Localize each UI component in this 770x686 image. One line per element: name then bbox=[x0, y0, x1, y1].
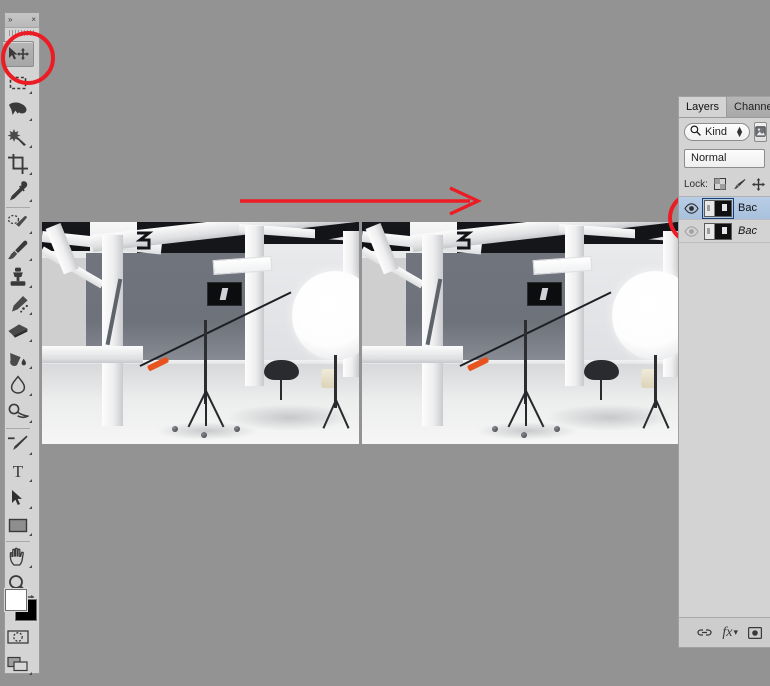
spot-healing-brush-tool[interactable] bbox=[2, 210, 34, 236]
tools-panel-grip[interactable] bbox=[9, 30, 35, 36]
quick-selection-tool[interactable] bbox=[2, 124, 34, 150]
photoshop-window: » × T Layers Chann Kind ▲ ▼ Normal Lock:… bbox=[0, 0, 770, 686]
tool-flyout-indicator bbox=[29, 258, 32, 261]
tab-channels-label: Channels bbox=[734, 101, 770, 113]
blend-mode-row: Normal bbox=[679, 145, 770, 171]
tool-flyout-indicator bbox=[29, 565, 32, 568]
crop-tool[interactable] bbox=[2, 151, 34, 177]
layer-name: Bac bbox=[738, 202, 757, 214]
tab-channels[interactable]: Channels bbox=[727, 97, 770, 117]
layer-thumbnail[interactable] bbox=[704, 222, 732, 240]
tool-flyout-indicator bbox=[29, 91, 32, 94]
blur-tool[interactable] bbox=[2, 372, 34, 398]
tool-flyout-indicator bbox=[29, 366, 32, 369]
pixel-layer-filter-icon[interactable] bbox=[754, 121, 767, 142]
tool-flyout-indicator bbox=[29, 172, 32, 175]
layer-thumbnail[interactable] bbox=[702, 197, 734, 219]
lock-row: Lock: bbox=[679, 173, 770, 195]
tool-flyout-indicator bbox=[29, 533, 32, 536]
move-tool[interactable] bbox=[2, 41, 34, 67]
fx-label: fx bbox=[722, 624, 733, 640]
tool-flyout-indicator bbox=[29, 452, 32, 455]
tool-flyout-indicator bbox=[29, 672, 32, 675]
blend-mode-value: Normal bbox=[691, 152, 727, 164]
layer-filter-kind-label: Kind bbox=[705, 125, 728, 138]
search-icon bbox=[690, 123, 701, 141]
layers-panel: Layers Channels Kind ▲▼ bbox=[678, 96, 770, 648]
dodge-tool[interactable] bbox=[2, 399, 34, 425]
tool-flyout-indicator bbox=[29, 285, 32, 288]
add-layer-mask-icon[interactable] bbox=[748, 626, 762, 639]
close-panel-button[interactable]: × bbox=[31, 16, 36, 24]
studio-scene bbox=[42, 222, 359, 444]
color-swatches bbox=[5, 589, 37, 621]
gradient-tool[interactable] bbox=[2, 345, 34, 371]
lasso-tool[interactable] bbox=[2, 97, 34, 123]
tools-panel-header: » × bbox=[4, 12, 40, 28]
layer-row[interactable]: Bac bbox=[679, 220, 770, 243]
tool-flyout-indicator bbox=[29, 231, 32, 234]
studio-scene bbox=[362, 222, 679, 444]
rectangular-marquee-tool[interactable] bbox=[2, 70, 34, 96]
tool-flyout-indicator bbox=[29, 420, 32, 423]
tool-flyout-indicator bbox=[29, 339, 32, 342]
tab-layers-label: Layers bbox=[686, 101, 720, 113]
collapse-panel-button[interactable]: » bbox=[8, 16, 12, 24]
red-arrow-annotation bbox=[240, 186, 482, 216]
type-tool[interactable]: T bbox=[2, 458, 34, 484]
chevron-updown-icon[interactable]: ▲ ▼ bbox=[735, 125, 744, 138]
tool-flyout-indicator bbox=[29, 118, 32, 121]
pen-tool[interactable] bbox=[2, 431, 34, 457]
tool-divider bbox=[6, 428, 30, 429]
panel-tab-bar: Layers Channels bbox=[679, 97, 770, 118]
foreground-color-swatch[interactable] bbox=[5, 589, 27, 611]
lock-transparent-pixels-icon[interactable] bbox=[714, 178, 727, 191]
lock-image-pixels-icon[interactable] bbox=[733, 178, 746, 191]
canvas-image-after[interactable] bbox=[362, 222, 679, 444]
tool-flyout-indicator bbox=[29, 393, 32, 396]
quick-mask-mode-button[interactable] bbox=[2, 624, 34, 650]
layer-name: Bac bbox=[738, 225, 757, 237]
layer-row[interactable]: Bac bbox=[679, 197, 770, 220]
rectangle-shape-tool[interactable] bbox=[2, 512, 34, 538]
history-brush-tool[interactable] bbox=[2, 291, 34, 317]
layer-filter-kind-select[interactable]: Kind ▲ ▼ bbox=[684, 122, 750, 141]
link-layers-icon[interactable] bbox=[697, 627, 713, 638]
blend-mode-select[interactable]: Normal bbox=[684, 148, 765, 168]
tool-flyout-indicator bbox=[29, 145, 32, 148]
canvas-image-before[interactable] bbox=[42, 222, 359, 444]
tab-layers[interactable]: Layers bbox=[679, 97, 728, 117]
layer-list: Bac Bac bbox=[679, 196, 770, 617]
tool-flyout-indicator bbox=[29, 479, 32, 482]
tool-divider bbox=[6, 541, 30, 542]
tool-flyout-indicator bbox=[29, 506, 32, 509]
eraser-tool[interactable] bbox=[2, 318, 34, 344]
tool-flyout-indicator bbox=[29, 199, 32, 202]
brush-tool[interactable] bbox=[2, 237, 34, 263]
lock-label: Lock: bbox=[684, 178, 708, 190]
layer-style-fx-icon[interactable]: fx ▾ bbox=[722, 625, 738, 641]
path-selection-tool[interactable] bbox=[2, 485, 34, 511]
tool-divider bbox=[6, 207, 30, 208]
layer-visibility-eye-icon[interactable] bbox=[679, 197, 703, 219]
lock-position-icon[interactable] bbox=[751, 177, 765, 191]
layer-visibility-eye-icon[interactable] bbox=[679, 220, 703, 242]
eyedropper-tool[interactable] bbox=[2, 178, 34, 204]
clone-stamp-tool[interactable] bbox=[2, 264, 34, 290]
tool-flyout-indicator bbox=[29, 312, 32, 315]
layers-panel-footer: fx ▾ bbox=[679, 617, 770, 647]
hand-tool[interactable] bbox=[2, 544, 34, 570]
screen-mode-button[interactable] bbox=[2, 651, 34, 677]
layer-filter-row: Kind ▲ ▼ bbox=[679, 118, 770, 145]
svg-text:T: T bbox=[13, 462, 24, 480]
